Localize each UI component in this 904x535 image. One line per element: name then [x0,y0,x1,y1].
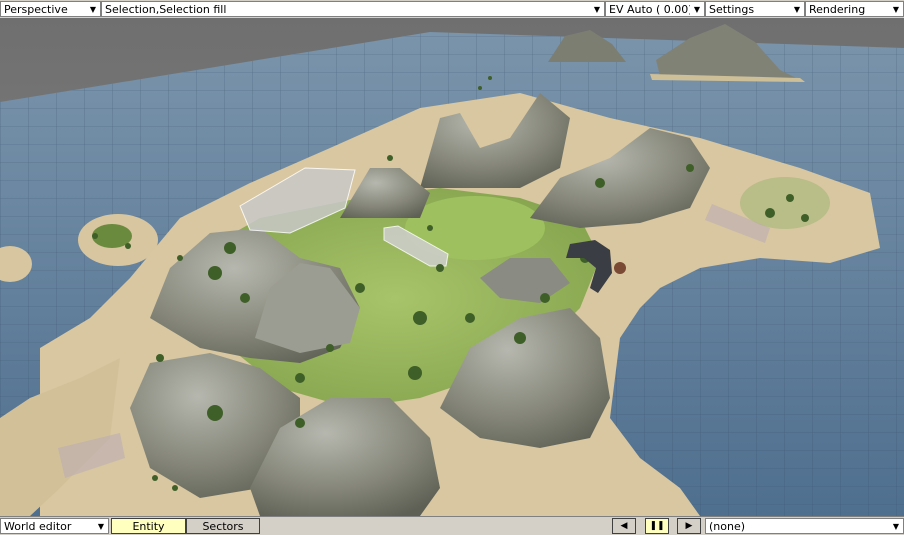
selection-value: (none) [709,519,746,533]
prev-button[interactable]: ◀ [612,518,636,534]
chevron-down-icon[interactable]: ▼ [889,519,903,533]
play-forward-icon: ▶ [685,521,693,531]
chevron-down-icon[interactable]: ▼ [690,2,704,16]
3d-viewport[interactable] [0,18,904,516]
next-button[interactable]: ▶ [677,518,701,534]
play-backward-icon: ◀ [620,521,628,531]
settings-dropdown[interactable]: Settings ▼ [705,1,805,17]
view-mode-dropdown[interactable]: Perspective ▼ [0,1,101,17]
rendering-dropdown[interactable]: Rendering ▼ [805,1,904,17]
tab-sectors[interactable]: Sectors [186,518,260,534]
selection-mode-dropdown[interactable]: Selection,Selection fill ▼ [101,1,605,17]
exposure-value: EV Auto ( 0.00) [609,2,690,16]
tab-entity[interactable]: Entity [111,518,186,534]
rendering-value: Rendering [809,2,866,16]
chevron-down-icon[interactable]: ▼ [86,2,100,16]
pause-button[interactable]: ❚❚ [645,518,669,534]
selection-dropdown[interactable]: (none) ▼ [705,518,904,534]
tab-entity-label: Entity [132,519,165,533]
tab-sectors-label: Sectors [202,519,244,533]
editor-mode-value: World editor [4,519,72,533]
bottom-toolbar: World editor ▼ Entity Sectors ◀ ❚❚ ▶ (no… [0,516,904,535]
chevron-down-icon[interactable]: ▼ [94,519,108,533]
view-mode-value: Perspective [4,2,68,16]
selection-mode-value: Selection,Selection fill [105,2,227,16]
settings-value: Settings [709,2,755,16]
chevron-down-icon[interactable]: ▼ [889,2,903,16]
chevron-down-icon[interactable]: ▼ [590,2,604,16]
editor-mode-dropdown[interactable]: World editor ▼ [0,518,109,534]
exposure-dropdown[interactable]: EV Auto ( 0.00) ▼ [605,1,705,17]
chevron-down-icon[interactable]: ▼ [790,2,804,16]
terrain-scene[interactable] [0,18,904,516]
top-toolbar: Perspective ▼ Selection,Selection fill ▼… [0,0,904,19]
pause-icon: ❚❚ [649,521,665,531]
